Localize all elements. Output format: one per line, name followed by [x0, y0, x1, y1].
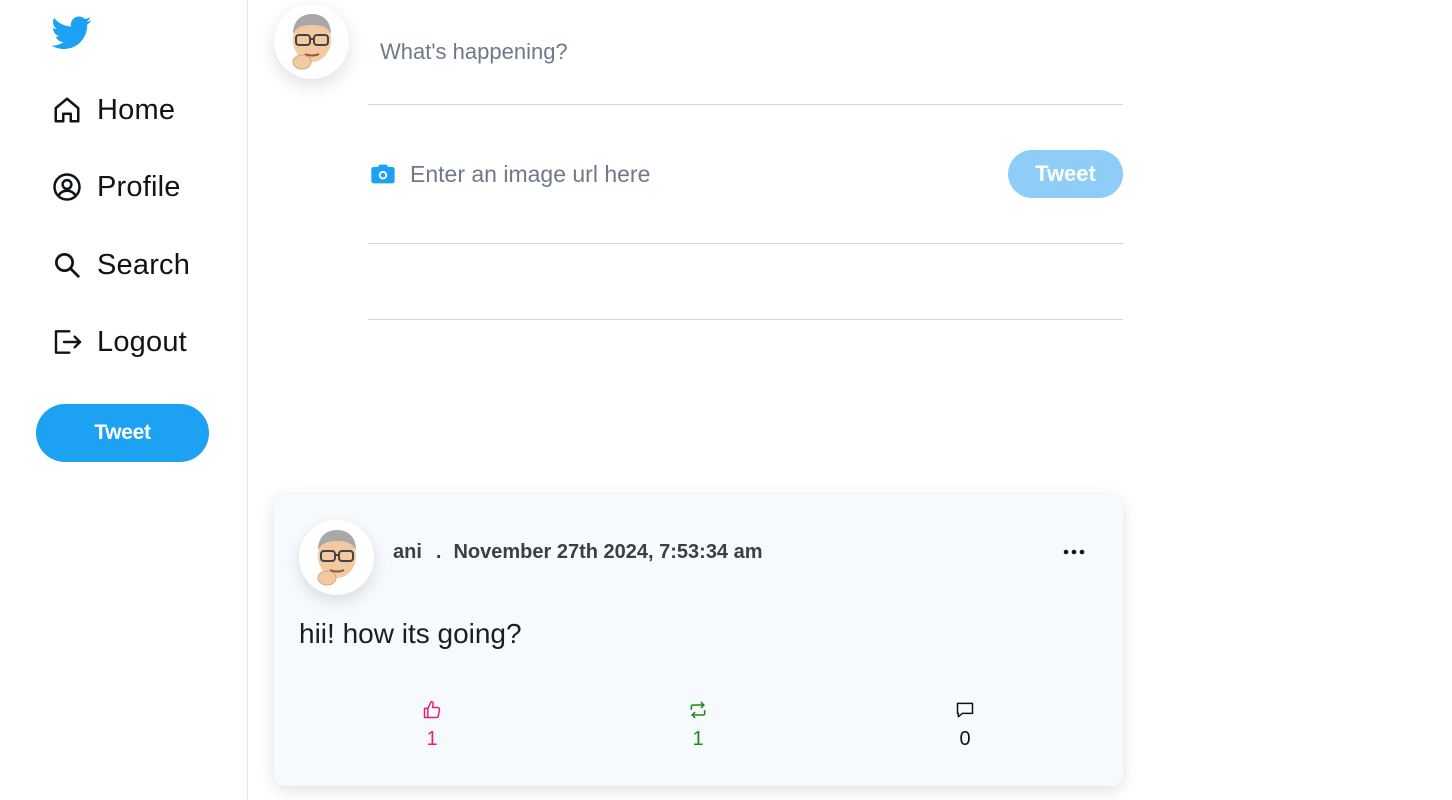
tweet-text: hii! how its going? [299, 618, 522, 649]
thumbs-up-icon [422, 700, 442, 725]
sidebar: Home Profile Search Logout Tweet [0, 0, 248, 800]
sidebar-item-logout[interactable]: Logout [52, 320, 187, 364]
tweet-timestamp: November 27th 2024, 7:53:34 am [453, 541, 763, 563]
sidebar-item-profile[interactable]: Profile [52, 165, 181, 209]
image-url-input[interactable] [400, 153, 960, 195]
like-count: 1 [426, 728, 438, 750]
sidebar-item-home[interactable]: Home [52, 88, 175, 132]
user-circle-icon [52, 171, 84, 203]
sidebar-item-label: Search [97, 248, 191, 281]
like-button[interactable]: 1 [412, 700, 452, 751]
sidebar-tweet-button[interactable]: Tweet [36, 404, 209, 462]
retweet-button[interactable]: 1 [678, 700, 718, 751]
retweet-count: 1 [692, 728, 704, 750]
avatar[interactable] [274, 4, 349, 79]
compose-tweet-button[interactable]: Tweet [1008, 150, 1123, 198]
home-icon [52, 94, 84, 126]
logout-icon [52, 326, 84, 358]
tweet-author[interactable]: ani [393, 541, 422, 563]
sidebar-item-label: Home [97, 93, 176, 126]
twitter-bird-icon[interactable] [51, 16, 92, 50]
avatar[interactable] [299, 520, 374, 595]
search-icon [52, 249, 84, 281]
divider [368, 319, 1123, 320]
divider [368, 104, 1123, 105]
tweet-card: ani. November 27th 2024, 7:53:34 am hii! … [274, 494, 1123, 786]
sidebar-item-label: Logout [97, 325, 187, 358]
retweet-icon [688, 700, 708, 725]
meta-separator: . [435, 541, 442, 563]
tweet-meta: ani. November 27th 2024, 7:53:34 am [393, 541, 763, 564]
compose-text-input[interactable] [368, 22, 1123, 82]
camera-icon[interactable] [369, 160, 397, 188]
sidebar-item-label: Profile [97, 170, 181, 203]
divider [368, 243, 1123, 244]
comment-count: 0 [959, 728, 971, 750]
comment-icon [955, 700, 975, 725]
more-options-icon[interactable] [1058, 540, 1090, 564]
comment-button[interactable]: 0 [945, 700, 985, 751]
sidebar-item-search[interactable]: Search [52, 243, 190, 287]
